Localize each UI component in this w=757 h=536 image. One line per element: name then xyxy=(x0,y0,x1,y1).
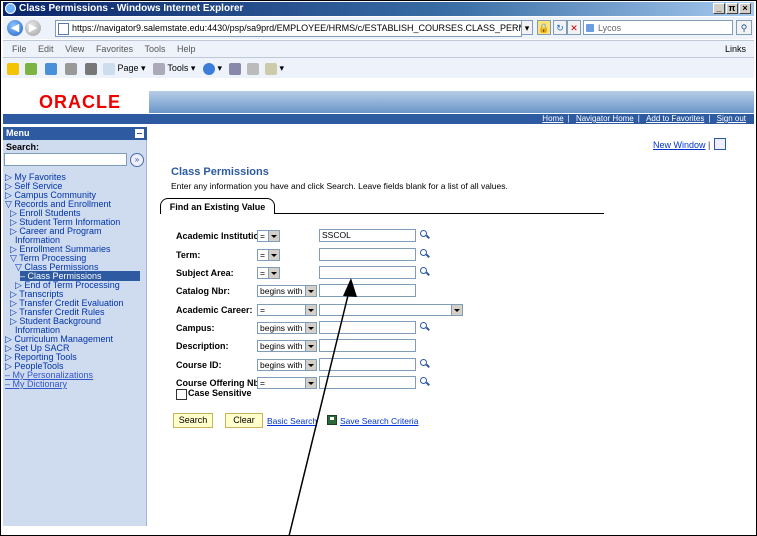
arrow-head xyxy=(343,278,357,297)
annotation-arrow xyxy=(288,278,357,536)
arrow-shaft xyxy=(288,282,352,536)
